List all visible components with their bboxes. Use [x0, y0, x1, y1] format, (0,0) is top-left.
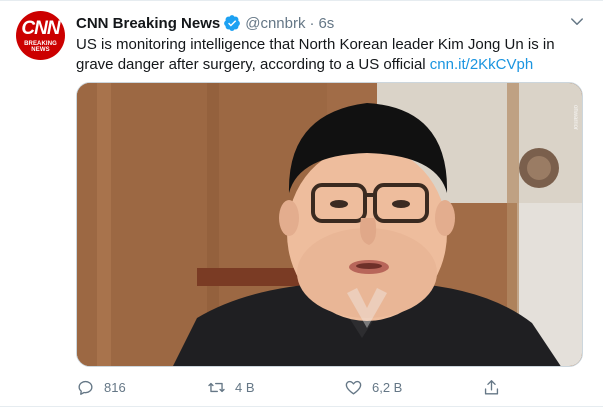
reply-icon: [78, 380, 93, 395]
avatar-subtitle: BREAKING NEWS: [24, 41, 57, 53]
share-icon: [484, 379, 499, 395]
timestamp[interactable]: 6s: [318, 15, 334, 32]
avatar-logo: CNN: [21, 18, 60, 39]
reply-button[interactable]: 816: [76, 375, 126, 399]
like-button[interactable]: 6,2 В: [344, 375, 402, 399]
action-bar: 816 4 В 6,2 В: [76, 375, 506, 399]
tweet-text: US is monitoring intelligence that North…: [76, 35, 586, 75]
reply-count: 816: [104, 379, 126, 395]
image-watermark: ohwarrior: [572, 105, 578, 131]
retweet-icon: [208, 382, 225, 392]
tweet-photo[interactable]: ohwarrior: [76, 82, 583, 367]
retweet-count: 4 В: [235, 379, 255, 395]
avatar[interactable]: CNN BREAKING NEWS: [16, 11, 65, 60]
retweet-button[interactable]: 4 В: [207, 375, 255, 399]
handle[interactable]: @cnnbrk: [245, 15, 305, 32]
tweet-header: CNN Breaking News @cnnbrk · 6s: [76, 13, 334, 33]
chevron-down-icon[interactable]: [568, 13, 586, 31]
tweet-link[interactable]: cnn.it/2KkCVph: [430, 56, 533, 73]
separator: ·: [309, 14, 315, 32]
share-button[interactable]: [482, 375, 501, 399]
portrait-photo: [77, 83, 582, 366]
like-icon: [345, 380, 362, 395]
display-name[interactable]: CNN Breaking News: [76, 15, 220, 32]
verified-badge-icon: [224, 15, 241, 31]
like-count: 6,2 В: [372, 379, 403, 395]
tweet-card[interactable]: CNN BREAKING NEWS CNN Breaking News @cnn…: [0, 0, 603, 407]
